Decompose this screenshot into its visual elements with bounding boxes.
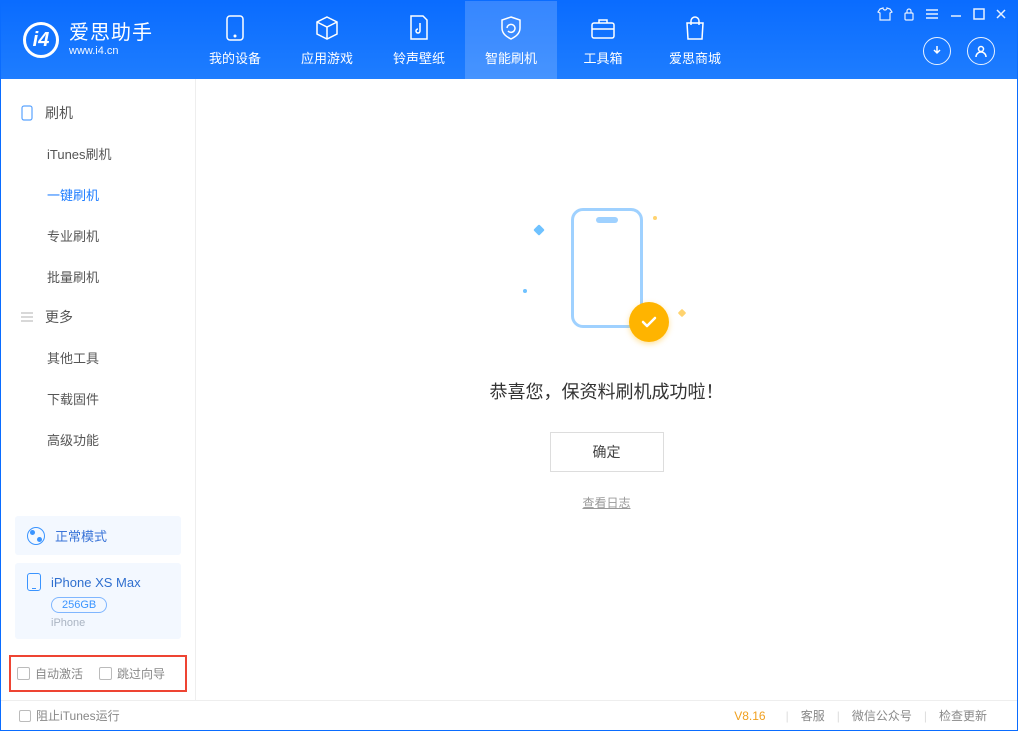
- sidebar: 刷机 iTunes刷机 一键刷机 专业刷机 批量刷机 更多 其他工具 下载固件 …: [1, 79, 196, 700]
- header-side-buttons: [923, 37, 995, 65]
- tab-store[interactable]: 爱思商城: [649, 1, 741, 79]
- nav-group-title: 刷机: [45, 103, 73, 123]
- checkbox-label: 跳过向导: [117, 665, 165, 682]
- tab-label: 铃声壁纸: [393, 48, 445, 67]
- sparkle-icon: [533, 224, 544, 235]
- device-box[interactable]: iPhone XS Max 256GB iPhone: [15, 563, 181, 639]
- tab-label: 我的设备: [209, 48, 261, 67]
- nav-item-download-firmware[interactable]: 下载固件: [1, 378, 195, 419]
- version-label: V8.16: [734, 709, 765, 723]
- main-tabs: 我的设备 应用游戏 铃声壁纸 智能刷机 工具箱 爱思商城: [189, 1, 741, 79]
- nav-item-pro-flash[interactable]: 专业刷机: [1, 215, 195, 256]
- checkbox-icon: [19, 710, 31, 722]
- ok-button[interactable]: 确定: [550, 432, 664, 472]
- footer: 阻止iTunes运行 V8.16 | 客服 | 微信公众号 | 检查更新: [1, 700, 1017, 730]
- minimize-button[interactable]: [949, 7, 963, 24]
- sparkle-icon: [523, 289, 527, 293]
- cube-icon: [313, 14, 341, 42]
- mode-icon: [27, 527, 45, 545]
- music-file-icon: [405, 14, 433, 42]
- footer-link-update[interactable]: 检查更新: [927, 707, 999, 724]
- main-content: 恭喜您，保资料刷机成功啦！ 确定 查看日志: [196, 79, 1017, 700]
- device-capacity: 256GB: [51, 597, 107, 613]
- flash-options-highlighted: 自动激活 跳过向导: [9, 655, 187, 692]
- nav-group-more: 更多: [1, 297, 195, 337]
- sparkle-icon: [653, 216, 657, 220]
- success-message: 恭喜您，保资料刷机成功啦！: [490, 378, 724, 404]
- checkbox-block-itunes[interactable]: 阻止iTunes运行: [19, 707, 120, 724]
- nav-item-other-tools[interactable]: 其他工具: [1, 337, 195, 378]
- body-area: 刷机 iTunes刷机 一键刷机 专业刷机 批量刷机 更多 其他工具 下载固件 …: [1, 79, 1017, 700]
- device-type: iPhone: [51, 617, 169, 629]
- checkbox-label: 阻止iTunes运行: [36, 707, 120, 724]
- view-log-link[interactable]: 查看日志: [582, 494, 630, 511]
- device-name: iPhone XS Max: [51, 575, 141, 590]
- app-window: i4 爱思助手 www.i4.cn 我的设备 应用游戏 铃声壁纸 智能刷机: [0, 0, 1018, 731]
- success-illustration: [517, 208, 697, 348]
- tab-label: 工具箱: [583, 48, 622, 67]
- logo-text: 爱思助手 www.i4.cn: [69, 21, 153, 58]
- nav-item-oneclick-flash[interactable]: 一键刷机: [1, 174, 195, 215]
- phone-small-icon: [19, 105, 35, 121]
- nav-group-title: 更多: [45, 307, 73, 327]
- tab-label: 智能刷机: [485, 48, 537, 67]
- window-controls: [877, 7, 1007, 24]
- user-button[interactable]: [967, 37, 995, 65]
- footer-link-support[interactable]: 客服: [789, 707, 837, 724]
- bag-icon: [681, 14, 709, 42]
- app-name-en: www.i4.cn: [69, 45, 153, 58]
- list-icon: [19, 309, 35, 325]
- download-button[interactable]: [923, 37, 951, 65]
- checkbox-auto-activate[interactable]: 自动激活: [17, 665, 83, 682]
- checkbox-icon: [99, 667, 112, 680]
- checkbox-skip-wizard[interactable]: 跳过向导: [99, 665, 165, 682]
- tab-apps[interactable]: 应用游戏: [281, 1, 373, 79]
- logo-block: i4 爱思助手 www.i4.cn: [1, 1, 171, 79]
- footer-link-wechat[interactable]: 微信公众号: [840, 707, 924, 724]
- close-button[interactable]: [995, 8, 1007, 23]
- lock-icon[interactable]: [903, 7, 915, 24]
- refresh-shield-icon: [497, 14, 525, 42]
- logo-icon: i4: [23, 22, 59, 58]
- titlebar: i4 爱思助手 www.i4.cn 我的设备 应用游戏 铃声壁纸 智能刷机: [1, 1, 1017, 79]
- nav-item-batch-flash[interactable]: 批量刷机: [1, 256, 195, 297]
- maximize-button[interactable]: [973, 8, 985, 23]
- phone-icon: [221, 14, 249, 42]
- tab-ringtone[interactable]: 铃声壁纸: [373, 1, 465, 79]
- nav-item-itunes-flash[interactable]: iTunes刷机: [1, 133, 195, 174]
- check-badge-icon: [629, 302, 669, 342]
- nav-item-advanced[interactable]: 高级功能: [1, 419, 195, 460]
- mode-label: 正常模式: [55, 526, 107, 545]
- briefcase-icon: [589, 14, 617, 42]
- tab-label: 应用游戏: [301, 48, 353, 67]
- tab-my-device[interactable]: 我的设备: [189, 1, 281, 79]
- tab-toolbox[interactable]: 工具箱: [557, 1, 649, 79]
- device-row: iPhone XS Max: [27, 573, 169, 591]
- mode-box[interactable]: 正常模式: [15, 516, 181, 555]
- device-phone-icon: [27, 573, 41, 591]
- tab-label: 爱思商城: [669, 48, 721, 67]
- menu-icon[interactable]: [925, 8, 939, 23]
- nav: 刷机 iTunes刷机 一键刷机 专业刷机 批量刷机 更多 其他工具 下载固件 …: [1, 79, 195, 508]
- checkbox-icon: [17, 667, 30, 680]
- sparkle-icon: [677, 309, 685, 317]
- nav-group-flash: 刷机: [1, 93, 195, 133]
- tab-flash[interactable]: 智能刷机: [465, 1, 557, 79]
- app-name-cn: 爱思助手: [69, 21, 153, 45]
- checkbox-label: 自动激活: [35, 665, 83, 682]
- tshirt-icon[interactable]: [877, 7, 893, 24]
